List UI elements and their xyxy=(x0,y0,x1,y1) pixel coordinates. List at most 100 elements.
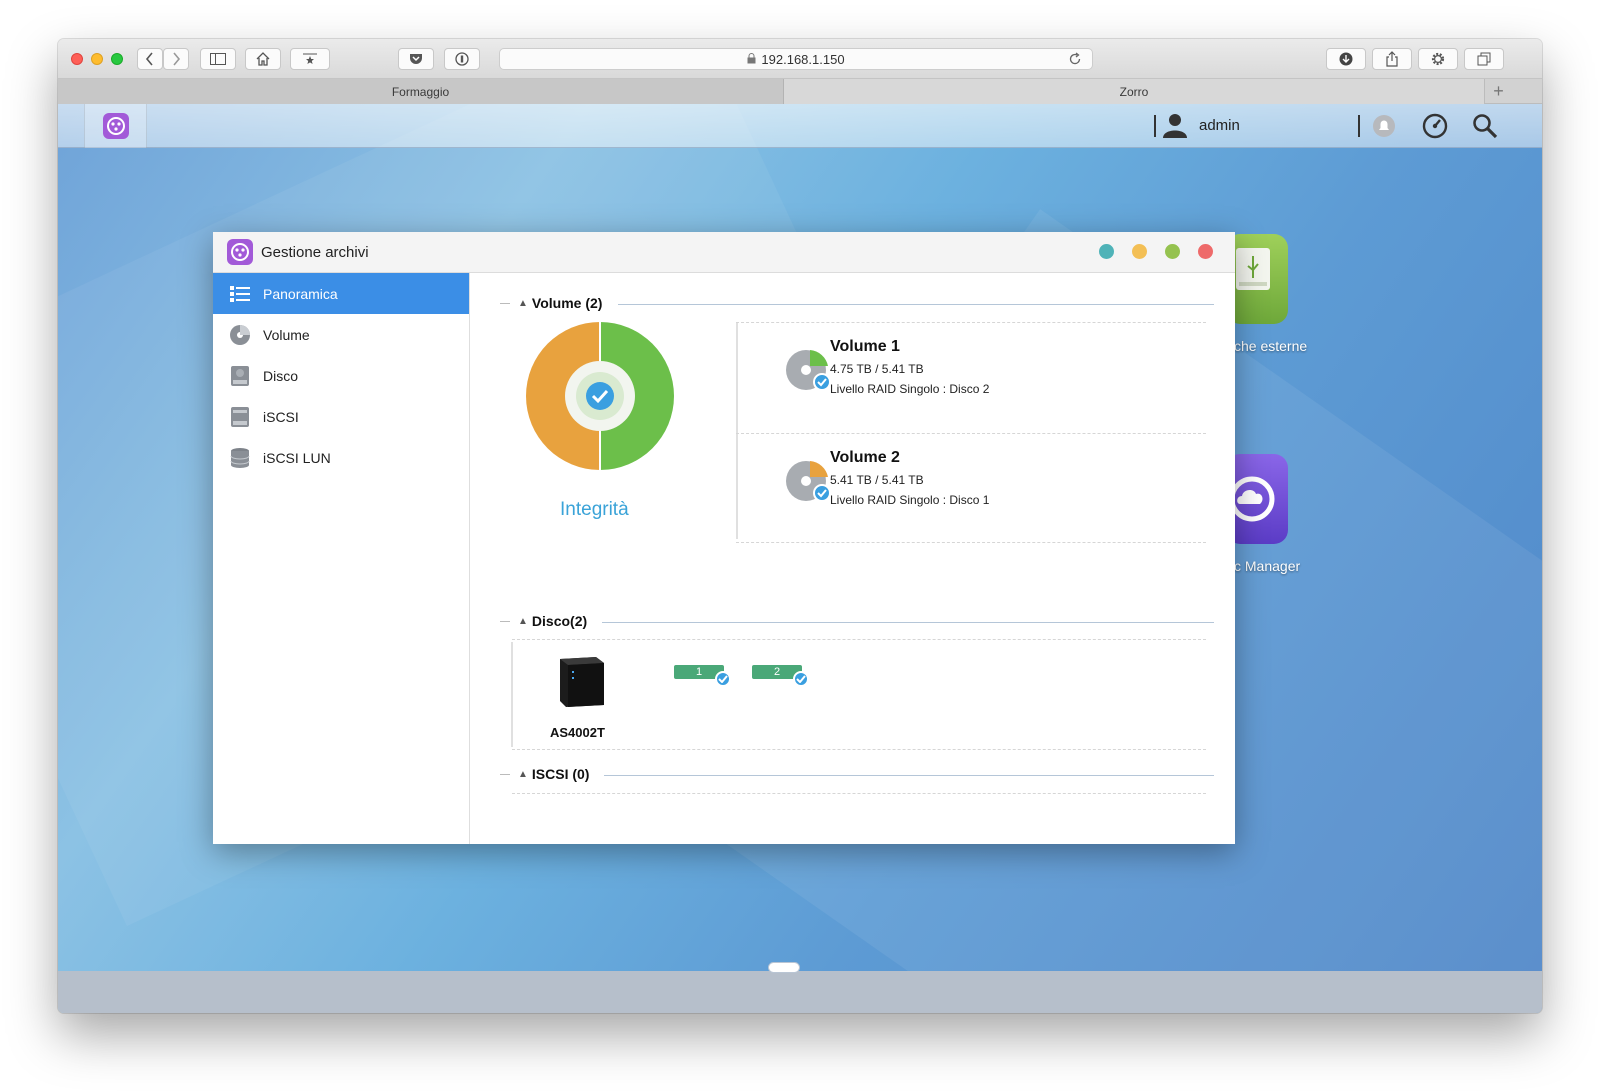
volume-disk-icon xyxy=(786,350,831,391)
sidebar-icon xyxy=(210,53,226,65)
pocket-button[interactable] xyxy=(398,48,434,70)
window-help-button[interactable] xyxy=(1099,244,1114,259)
volume-section-header[interactable]: ▲ Volume (2) xyxy=(500,295,602,311)
check-icon xyxy=(715,671,731,687)
sync-manager-app-icon[interactable] xyxy=(1226,454,1288,544)
dashboard-button[interactable] xyxy=(1422,113,1448,144)
password-button[interactable] xyxy=(444,48,480,70)
bell-icon xyxy=(1373,115,1395,137)
integrity-label: Integrità xyxy=(560,499,629,520)
divider xyxy=(602,622,1214,623)
sidebar-item-panoramica[interactable]: Panoramica xyxy=(213,273,469,314)
external-devices-label: che esterne xyxy=(1234,338,1308,354)
window-maximize-button[interactable] xyxy=(1165,244,1180,259)
window-close-button[interactable] xyxy=(1198,244,1213,259)
storage-manager-window: Gestione archivi Panoramica Volume Disco… xyxy=(213,232,1235,844)
new-tab-button[interactable]: + xyxy=(1484,79,1512,103)
tabs-overview-button[interactable] xyxy=(1464,48,1504,70)
chevron-right-icon xyxy=(173,52,181,66)
reload-icon[interactable] xyxy=(1068,52,1082,69)
overview-panel: ▲ Volume (2) Integrità Volume 1 4.75 TB … xyxy=(470,273,1235,844)
share-button[interactable] xyxy=(1372,48,1412,70)
volume-name: Volume 2 xyxy=(830,449,900,466)
chevron-left-icon xyxy=(145,52,153,66)
user-icon xyxy=(1163,114,1187,138)
storage-manager-app-icon xyxy=(102,113,129,139)
disk-section-header[interactable]: ▲ Disco(2) xyxy=(500,613,587,629)
iscsi-icon xyxy=(229,406,251,428)
tab-zorro[interactable]: Zorro xyxy=(784,79,1484,104)
collapse-caret-icon: ▲ xyxy=(518,615,528,627)
sidebar-item-label: Volume xyxy=(263,326,310,343)
window-titlebar[interactable]: Gestione archivi xyxy=(213,232,1235,273)
tab-formaggio[interactable]: Formaggio xyxy=(58,79,784,104)
collapse-caret-icon: ▲ xyxy=(518,768,528,780)
browser-window: 192.168.1.150 Formaggio Zorro + admin ch… xyxy=(58,39,1542,1013)
sidebar-item-iscsi-lun[interactable]: iSCSI LUN xyxy=(213,437,469,478)
address-text: 192.168.1.150 xyxy=(761,51,845,67)
dock-handle[interactable] xyxy=(768,962,800,973)
address-bar[interactable]: 192.168.1.150 xyxy=(499,48,1093,70)
sidebar-toggle-button[interactable] xyxy=(200,48,236,70)
home-icon xyxy=(256,52,270,66)
search-button[interactable] xyxy=(1472,113,1498,144)
divider xyxy=(512,639,1206,640)
volume-section-title: Volume (2) xyxy=(531,295,603,311)
window-minimize-button[interactable] xyxy=(1132,244,1147,259)
sidebar-item-iscsi[interactable]: iSCSI xyxy=(213,396,469,437)
divider xyxy=(512,793,1206,794)
divider xyxy=(618,304,1214,305)
divider xyxy=(1154,115,1156,137)
tab-label: Formaggio xyxy=(391,84,450,99)
disk-icon xyxy=(229,365,251,387)
gauge-icon xyxy=(1422,113,1448,139)
tab-bar: Formaggio Zorro + xyxy=(58,79,1542,104)
nas-topbar: admin xyxy=(58,104,1542,148)
back-button[interactable] xyxy=(137,48,163,70)
home-button[interactable] xyxy=(245,48,281,70)
sync-manager-label: c Manager xyxy=(1234,558,1301,574)
iscsi-section-header[interactable]: ▲ ISCSI (0) xyxy=(500,766,589,782)
disk-number: 1 xyxy=(695,666,703,678)
divider xyxy=(500,620,510,622)
volume-raid: Livello RAID Singolo : Disco 1 xyxy=(830,493,990,507)
check-icon xyxy=(793,671,809,687)
sidebar: Panoramica Volume Disco iSCSI iSCSI LUN xyxy=(213,273,470,844)
collapse-caret-icon: ▲ xyxy=(518,297,528,309)
disk-number: 2 xyxy=(773,666,781,678)
sidebar-item-volume[interactable]: Volume xyxy=(213,314,469,355)
disk-section-title: Disco(2) xyxy=(531,613,588,629)
check-icon xyxy=(586,382,614,410)
notifications-button[interactable] xyxy=(1372,114,1396,143)
settings-button[interactable] xyxy=(1418,48,1458,70)
password-icon xyxy=(455,52,469,66)
volume-icon xyxy=(229,324,251,346)
sidebar-item-label: iSCSI xyxy=(263,408,299,425)
volume-card-1[interactable]: Volume 1 4.75 TB / 5.41 TB Livello RAID … xyxy=(760,328,1200,428)
user-menu[interactable]: admin xyxy=(1163,112,1240,138)
star-icon xyxy=(303,53,317,64)
divider xyxy=(736,322,1206,323)
nas-desktop: admin che esterne c Manager Gestione arc… xyxy=(58,104,1542,1013)
external-devices-app-icon[interactable] xyxy=(1226,234,1288,324)
divider xyxy=(736,542,1206,543)
volume-card-2[interactable]: Volume 2 5.41 TB / 5.41 TB Livello RAID … xyxy=(760,439,1200,539)
cloud-sync-icon xyxy=(1229,476,1275,522)
bookmarks-button[interactable] xyxy=(290,48,330,70)
sidebar-item-label: Panoramica xyxy=(263,285,338,302)
close-window-button[interactable] xyxy=(71,53,83,65)
maximize-window-button[interactable] xyxy=(111,53,123,65)
app-launcher-button[interactable] xyxy=(84,104,147,148)
volume-name: Volume 1 xyxy=(830,338,900,355)
tab-label: Zorro xyxy=(1119,84,1149,99)
divider xyxy=(736,433,1206,434)
forward-button[interactable] xyxy=(163,48,189,70)
divider xyxy=(1358,115,1360,137)
downloads-button[interactable] xyxy=(1326,48,1366,70)
sidebar-item-disco[interactable]: Disco xyxy=(213,355,469,396)
minimize-window-button[interactable] xyxy=(91,53,103,65)
username: admin xyxy=(1199,116,1240,134)
share-icon xyxy=(1386,51,1398,67)
iscsi-section-title: ISCSI (0) xyxy=(531,766,590,782)
sidebar-item-label: iSCSI LUN xyxy=(263,449,331,466)
